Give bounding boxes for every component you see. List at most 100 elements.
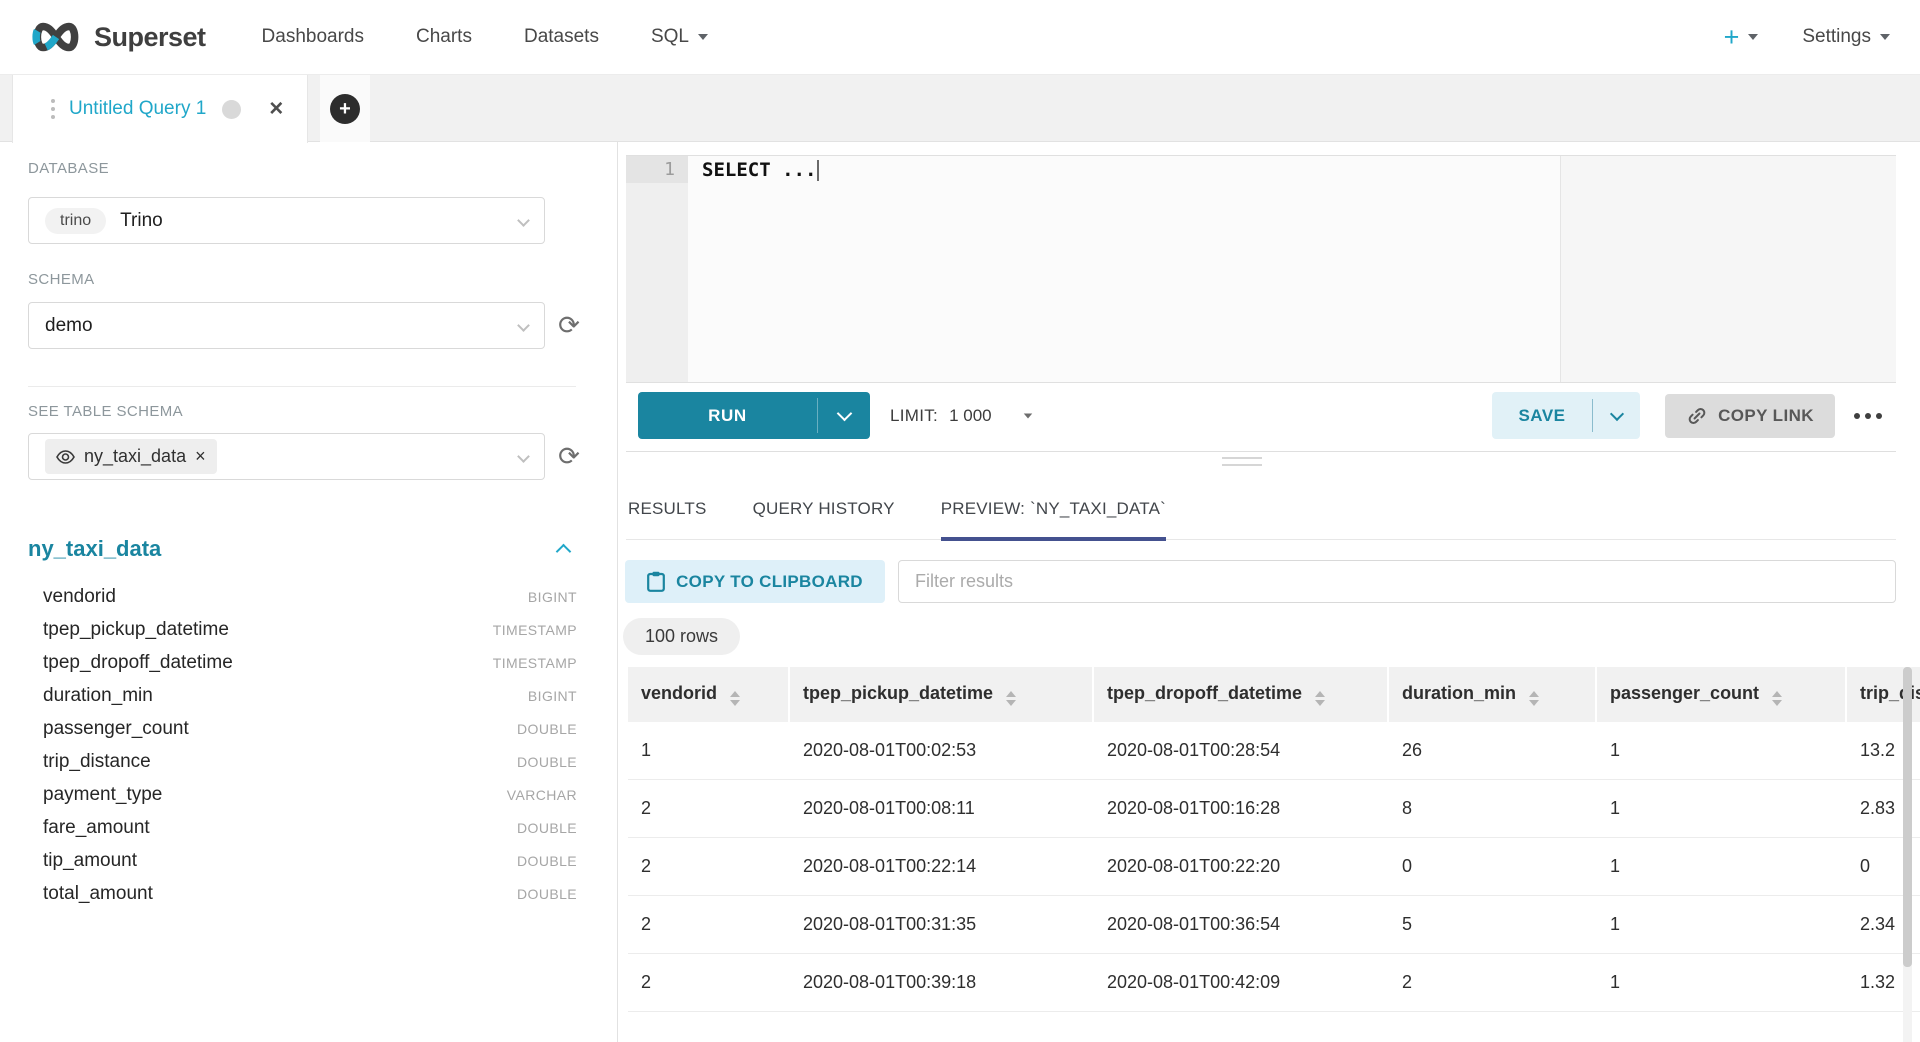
chevron-down-icon <box>836 405 852 421</box>
print-margin-zone <box>1560 156 1896 382</box>
database-label: DATABASE <box>28 160 109 177</box>
new-item-button[interactable]: + <box>1724 24 1759 51</box>
caret-down-icon <box>698 34 708 40</box>
column-row: tpep_dropoff_datetime TIMESTAMP <box>0 646 618 679</box>
pane-divider <box>626 451 1896 452</box>
column-row: trip_distance DOUBLE <box>0 745 618 778</box>
column-row: payment_type VARCHAR <box>0 778 618 811</box>
table-select[interactable]: ny_taxi_data × <box>28 433 545 480</box>
clipboard-icon <box>647 571 665 592</box>
column-row: passenger_count DOUBLE <box>0 712 618 745</box>
sort-icon <box>1772 691 1782 706</box>
chevron-down-icon <box>517 319 530 332</box>
table-columns-list: vendorid BIGINT tpep_pickup_datetime TIM… <box>0 580 618 910</box>
run-options-button[interactable] <box>818 392 870 439</box>
save-options-button[interactable] <box>1593 392 1640 439</box>
table-row: 2 2020-08-01T00:31:35 2020-08-01T00:36:5… <box>628 896 1920 954</box>
column-row: total_amount DOUBLE <box>0 877 618 910</box>
table-schema-title[interactable]: ny_taxi_data <box>28 536 161 562</box>
run-button[interactable]: RUN <box>638 392 817 439</box>
schema-select[interactable]: demo <box>28 302 545 349</box>
editor-gutter: 1 <box>626 156 688 382</box>
chevron-down-icon <box>1609 406 1623 420</box>
nav-item-datasets[interactable]: Datasets <box>524 26 599 48</box>
table-row: 1 2020-08-01T00:02:53 2020-08-01T00:28:5… <box>628 722 1920 780</box>
line-number: 1 <box>664 156 675 183</box>
chevron-up-icon[interactable] <box>556 544 572 560</box>
sort-icon <box>1529 691 1539 706</box>
caret-down-icon <box>1880 34 1890 40</box>
plus-icon: + <box>1724 24 1740 51</box>
copy-to-clipboard-button[interactable]: COPY TO CLIPBOARD <box>625 560 885 603</box>
pane-resize-handle[interactable] <box>1222 457 1262 466</box>
sort-icon <box>1006 691 1016 706</box>
scrollbar-thumb[interactable] <box>1903 667 1912 967</box>
sidebar-divider <box>28 386 576 387</box>
table-pill-label: ny_taxi_data <box>84 446 186 467</box>
link-icon <box>1686 405 1708 427</box>
column-header[interactable]: vendorid <box>628 667 790 722</box>
schema-label: SCHEMA <box>28 271 95 288</box>
tab-query-history[interactable]: QUERY HISTORY <box>753 478 895 540</box>
table-row: 2 2020-08-01T00:22:14 2020-08-01T00:22:2… <box>628 838 1920 896</box>
row-count-badge: 100 rows <box>623 618 740 655</box>
refresh-schemas-icon[interactable]: ⟳ <box>552 308 586 342</box>
table-row: 2 2020-08-01T00:08:11 2020-08-01T00:16:2… <box>628 780 1920 838</box>
close-tab-icon[interactable]: × <box>269 97 283 121</box>
copy-to-clipboard-label: COPY TO CLIPBOARD <box>676 572 863 592</box>
filter-results-input[interactable] <box>898 560 1896 603</box>
copy-link-label: COPY LINK <box>1718 406 1814 426</box>
tab-preview-active[interactable]: PREVIEW: `NY_TAXI_DATA` <box>941 478 1166 540</box>
column-row: tpep_pickup_datetime TIMESTAMP <box>0 613 618 646</box>
database-select[interactable]: trino Trino <box>28 197 545 244</box>
caret-down-icon <box>1748 34 1758 40</box>
limit-value: 1 000 <box>949 406 992 426</box>
column-row: fare_amount DOUBLE <box>0 811 618 844</box>
sort-icon <box>730 691 740 706</box>
column-header[interactable]: tpep_dropoff_datetime <box>1094 667 1389 722</box>
remove-table-icon[interactable]: × <box>195 446 206 467</box>
run-query-split-button: RUN <box>638 392 870 439</box>
add-query-tab-button[interactable]: + <box>320 75 370 142</box>
header-row: vendorid tpep_pickup_datetime tpep_dropo… <box>628 667 1920 722</box>
query-tab-active[interactable]: Untitled Query 1 × <box>12 75 308 143</box>
column-header[interactable]: duration_min <box>1389 667 1597 722</box>
column-row: duration_min BIGINT <box>0 679 618 712</box>
chevron-down-icon <box>517 450 530 463</box>
refresh-tables-icon[interactable]: ⟳ <box>552 439 586 473</box>
column-header[interactable]: tpep_pickup_datetime <box>790 667 1094 722</box>
superset-infinity-icon <box>30 20 82 54</box>
column-header[interactable]: passenger_count <box>1597 667 1847 722</box>
code-line: SELECT ... <box>702 157 1556 183</box>
unsaved-indicator-icon <box>222 100 241 119</box>
more-actions-button[interactable] <box>1846 392 1890 439</box>
sqllab-sidebar: DATABASE trino Trino SCHEMA demo ⟳ SEE T… <box>0 142 618 1042</box>
settings-menu[interactable]: Settings <box>1802 26 1890 48</box>
nav-links: Dashboards Charts Datasets SQL <box>262 26 708 48</box>
code-input-area[interactable]: SELECT ... <box>702 157 1556 383</box>
save-button[interactable]: SAVE <box>1492 392 1592 439</box>
database-value: Trino <box>120 210 163 232</box>
drag-handle-icon[interactable] <box>51 99 55 119</box>
nav-item-dashboards[interactable]: Dashboards <box>262 26 364 48</box>
tab-results[interactable]: RESULTS <box>628 478 707 540</box>
caret-down-icon <box>1023 413 1032 418</box>
eye-icon <box>56 450 75 464</box>
superset-logo[interactable]: Superset <box>30 20 206 54</box>
table-row: 2 2020-08-01T00:39:18 2020-08-01T00:42:0… <box>628 954 1920 1012</box>
save-split-button: SAVE <box>1492 392 1640 439</box>
sql-rest: ... <box>771 159 817 181</box>
limit-dropdown[interactable]: LIMIT: 1 000 <box>890 392 1033 439</box>
copy-link-button[interactable]: COPY LINK <box>1665 394 1835 438</box>
column-row: tip_amount DOUBLE <box>0 844 618 877</box>
nav-item-sql[interactable]: SQL <box>651 26 708 48</box>
sql-keyword: SELECT <box>702 159 771 181</box>
sql-editor: 1 SELECT ... <box>626 155 1896 383</box>
schema-value: demo <box>45 315 93 337</box>
table-schema-label: SEE TABLE SCHEMA <box>28 403 183 420</box>
database-type-badge: trino <box>45 208 106 234</box>
plus-circle-icon: + <box>330 94 360 124</box>
results-scrollbar <box>1903 667 1912 1042</box>
active-tab-inkbar <box>941 537 1166 541</box>
nav-item-charts[interactable]: Charts <box>416 26 472 48</box>
